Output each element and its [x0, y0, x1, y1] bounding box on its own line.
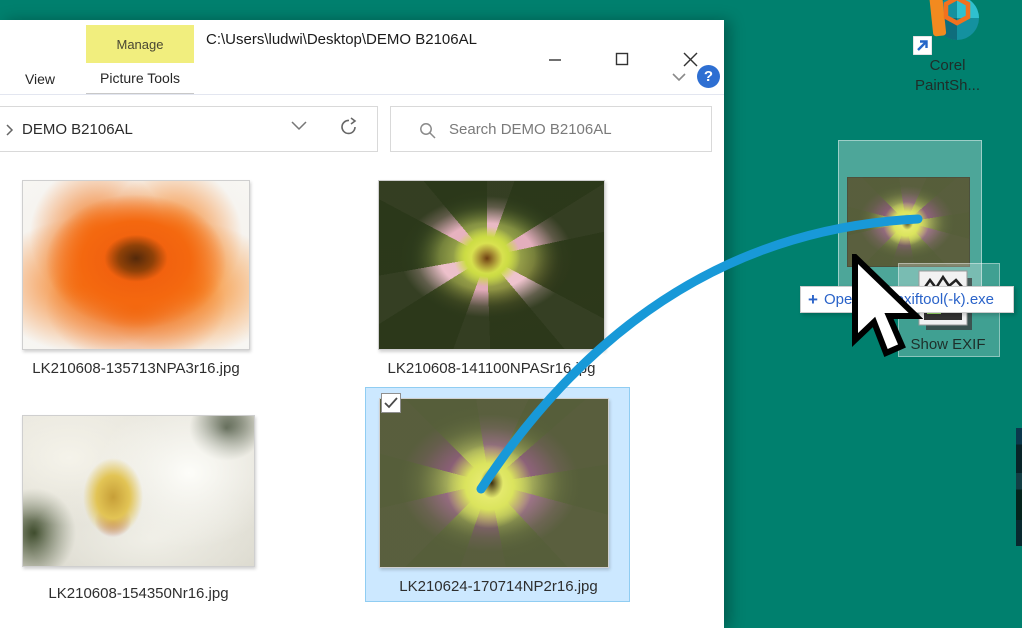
- dragged-file-ghost: [847, 177, 970, 267]
- address-bar[interactable]: DEMO B2106AL: [0, 106, 378, 152]
- help-button[interactable]: ?: [697, 65, 720, 88]
- file-thumbnail-pink-daylily[interactable]: [378, 180, 605, 350]
- file-name: LK210608-141100NPASr16.jpg: [378, 360, 605, 377]
- tab-view[interactable]: View: [10, 63, 70, 94]
- file-selected-checkbox[interactable]: [381, 393, 401, 413]
- file-thumbnail-magnolia[interactable]: [22, 415, 255, 567]
- desktop-icon-corel-paintshop[interactable]: Corel PaintSh...: [905, 0, 990, 100]
- selected-file-tile[interactable]: LK210624-170714NP2r16.jpg: [365, 387, 630, 602]
- explorer-window: Manage C:\Users\ludwi\Desktop\DEMO B2106…: [0, 20, 724, 628]
- desktop-icon-label: Show EXIF: [888, 336, 1008, 353]
- minimize-button[interactable]: [542, 46, 568, 72]
- search-icon: [419, 122, 437, 140]
- breadcrumb-chevron-icon: [6, 124, 14, 136]
- drag-tooltip: + Open with exiftool(-k).exe: [800, 286, 1014, 313]
- breadcrumb[interactable]: DEMO B2106AL: [22, 121, 133, 138]
- maximize-icon: [615, 52, 629, 66]
- file-name: LK210608-135713NPA3r16.jpg: [22, 360, 250, 377]
- checkmark-icon: [384, 397, 398, 409]
- maximize-button[interactable]: [609, 46, 635, 72]
- address-dropdown-icon[interactable]: [291, 121, 307, 131]
- tab-picture-tools[interactable]: Picture Tools: [86, 63, 194, 94]
- title-bar: Manage C:\Users\ludwi\Desktop\DEMO B2106…: [0, 20, 724, 64]
- file-thumbnail-purple-daylily[interactable]: [379, 398, 609, 568]
- minimize-icon: [548, 52, 562, 66]
- help-icon: ?: [704, 68, 713, 85]
- search-input[interactable]: Search DEMO B2106AL: [390, 106, 712, 152]
- file-thumbnail-orange-daylily[interactable]: [22, 180, 250, 350]
- refresh-icon[interactable]: [339, 117, 359, 137]
- window-title: C:\Users\ludwi\Desktop\DEMO B2106AL: [206, 31, 477, 48]
- search-placeholder: Search DEMO B2106AL: [449, 121, 612, 138]
- plus-icon: +: [808, 290, 818, 310]
- shortcut-arrow-icon: [913, 36, 932, 55]
- ribbon-collapse-button[interactable]: [666, 64, 692, 90]
- file-name: LK210624-170714NP2r16.jpg: [366, 578, 631, 595]
- drag-tooltip-text: Open with exiftool(-k).exe: [824, 291, 994, 308]
- desktop: Manage C:\Users\ludwi\Desktop\DEMO B2106…: [0, 0, 1022, 628]
- ribbon-separator: [0, 94, 724, 95]
- desktop-icon-label: Corel PaintSh...: [905, 56, 990, 96]
- tab-manage[interactable]: Manage: [86, 25, 194, 63]
- file-name: LK210608-154350Nr16.jpg: [22, 585, 255, 602]
- chevron-down-icon: [672, 73, 686, 82]
- offscreen-icon-fragment: [1016, 428, 1022, 546]
